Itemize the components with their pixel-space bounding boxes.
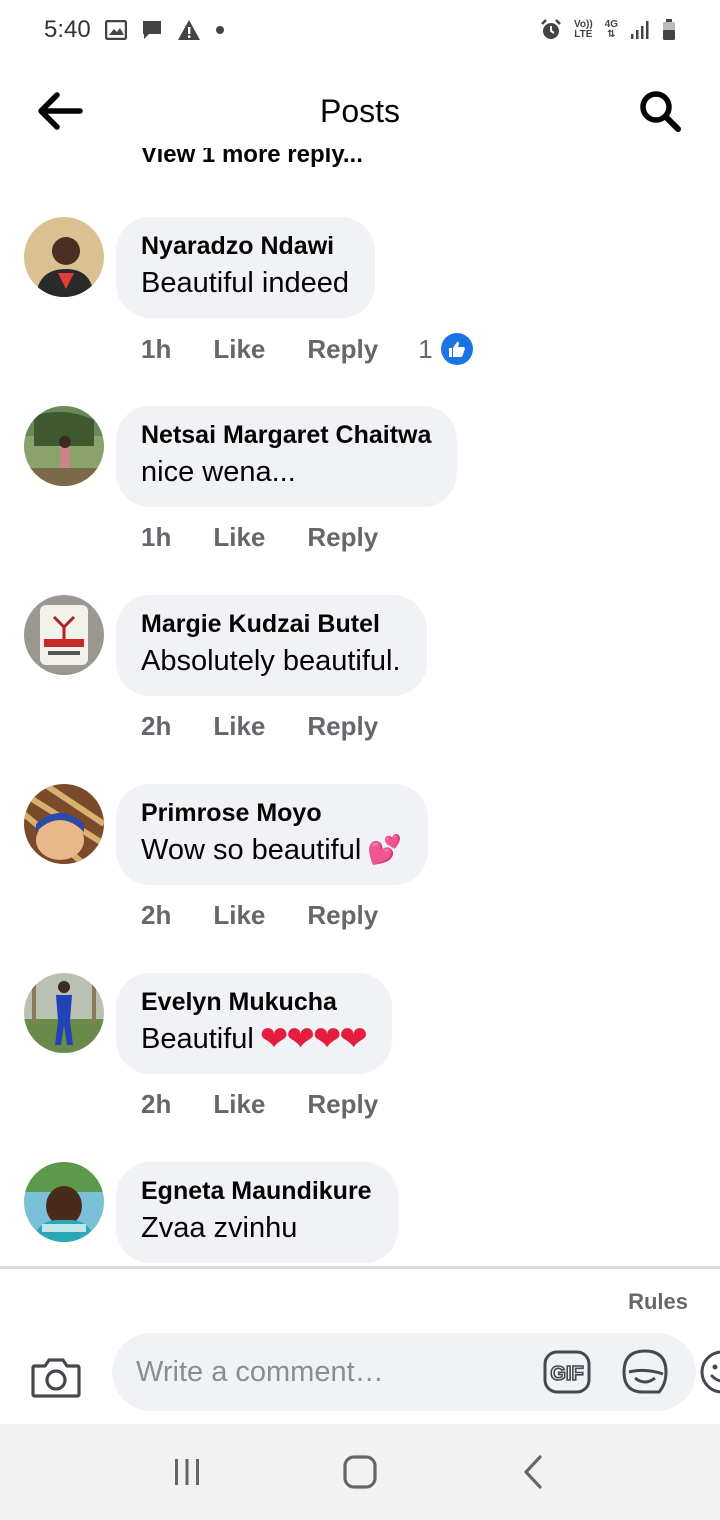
back-icon [524,1455,542,1489]
sticker-button[interactable] [621,1347,669,1397]
home-icon [343,1455,377,1489]
comment-author[interactable]: Netsai Margaret Chaitwa [141,420,431,450]
like-button[interactable]: Like [213,900,265,931]
comment-text-body: Wow so beautiful [141,834,362,866]
arrow-left-icon [38,92,83,130]
comment-time[interactable]: 2h [141,1089,171,1120]
comment-time[interactable]: 2h [141,711,171,742]
smiley-icon [700,1350,720,1394]
message-icon [141,19,163,41]
comment-time[interactable]: 2h [141,900,171,931]
comment-bubble[interactable]: Margie Kudzai Butel Absolutely beautiful… [116,595,427,696]
comment-bubble[interactable]: Netsai Margaret Chaitwa nice wena... [116,406,458,507]
comment-author[interactable]: Margie Kudzai Butel [141,609,401,639]
avatar[interactable] [24,217,104,297]
battery-icon [662,19,676,41]
comment-actions: 1h Like Reply 1 [141,333,473,365]
comment-bubble[interactable]: Evelyn Mukucha Beautiful ❤❤❤❤ [116,973,392,1074]
gif-button[interactable]: GIF [543,1347,591,1397]
comment-time[interactable]: 1h [141,334,171,365]
comment-bubble[interactable]: Primrose Moyo Wow so beautiful 💕 [116,784,429,885]
search-button[interactable] [634,85,686,137]
comment-bubble[interactable]: Egneta Maundikure Zvaa zvinhu [116,1162,398,1263]
view-more-label: View 1 more reply... [141,148,363,168]
back-nav-button[interactable] [503,1442,563,1502]
alarm-icon [540,19,562,41]
status-bar: 5:40 Vo)) LTE 4G ⇅ [0,0,720,60]
gif-label: GIF [550,1363,583,1385]
app-header: Posts [0,66,720,156]
dot-icon [215,25,225,35]
avatar[interactable] [24,1162,104,1242]
reply-button[interactable]: Reply [307,711,378,742]
avatar[interactable] [24,595,104,675]
status-left: 5:40 [44,16,225,44]
comment-text: nice wena... [141,453,431,491]
comment-text-body: Absolutely beautiful. [141,645,401,677]
avatar[interactable] [24,973,104,1053]
home-button[interactable] [330,1442,390,1502]
comment-author[interactable]: Primrose Moyo [141,798,402,828]
warning-icon [177,19,201,41]
comment-input-box[interactable]: GIF [112,1333,720,1411]
reaction-count: 1 [418,333,433,364]
reply-button[interactable]: Reply [307,522,378,553]
data-arrows: ⇅ [607,29,616,40]
comment-actions: 2h Like Reply [141,711,378,742]
avatar[interactable] [24,784,104,864]
image-icon [104,20,127,40]
thumbs-up-icon [440,333,473,365]
comment-text-body: Zvaa zvinhu [141,1212,298,1244]
recents-icon [174,1459,199,1485]
back-button[interactable] [34,85,86,137]
comment-time[interactable]: 1h [141,522,171,553]
like-button[interactable]: Like [213,334,265,365]
like-button[interactable]: Like [213,1089,265,1120]
reply-button[interactable]: Reply [307,334,378,365]
data-icon: 4G ⇅ [605,20,618,40]
comment-input[interactable] [136,1355,513,1389]
recents-button[interactable] [157,1442,217,1502]
comment-actions: 2h Like Reply [141,1089,378,1120]
rules-link[interactable]: Rules [628,1289,688,1315]
emoji-button[interactable] [699,1347,720,1397]
volte-icon: Vo)) LTE [574,20,593,40]
two-hearts-icon: 💕 [367,834,403,865]
comment-author[interactable]: Nyaradzo Ndawi [141,231,349,261]
avatar[interactable] [24,406,104,486]
volte-bottom-label: LTE [574,29,593,40]
comment-text-body: Beautiful indeed [141,267,349,299]
page-title: Posts [319,92,401,129]
comment-actions: 2h Like Reply [141,900,378,931]
comment-actions: 1h Like Reply [141,522,378,553]
reply-button[interactable]: Reply [307,900,378,931]
comment-text-body: Beautiful [141,1023,254,1055]
sticker-icon [622,1349,668,1394]
comment-author[interactable]: Evelyn Mukucha [141,987,366,1017]
search-icon [640,91,681,132]
comment-composer: Rules GIF [0,1269,720,1424]
like-button[interactable]: Like [213,522,265,553]
reply-button[interactable]: Reply [307,1089,378,1120]
comment-bubble[interactable]: Nyaradzo Ndawi Beautiful indeed [116,217,375,318]
comment-text: Beautiful ❤❤❤❤ [141,1020,368,1058]
view-more-replies-link[interactable]: View 1 more reply... [141,148,363,172]
camera-icon [31,1358,81,1398]
comment-author[interactable]: Egneta Maundikure [141,1176,372,1206]
comment-text-body: nice wena... [141,456,296,488]
status-time: 5:40 [44,16,91,43]
comment-text: Beautiful indeed [141,264,349,302]
signal-icon [630,20,650,40]
comment-text: Absolutely beautiful. [141,642,401,680]
camera-button[interactable] [30,1353,82,1401]
status-right: Vo)) LTE 4G ⇅ [540,19,676,41]
reaction-summary[interactable]: 1 [418,333,473,365]
gif-icon: GIF [543,1350,591,1394]
android-nav-bar [0,1424,720,1520]
red-hearts-icon: ❤❤❤❤ [259,1020,368,1058]
comment-text: Zvaa zvinhu [141,1209,372,1247]
like-button[interactable]: Like [213,711,265,742]
comment-text: Wow so beautiful 💕 [141,831,402,869]
